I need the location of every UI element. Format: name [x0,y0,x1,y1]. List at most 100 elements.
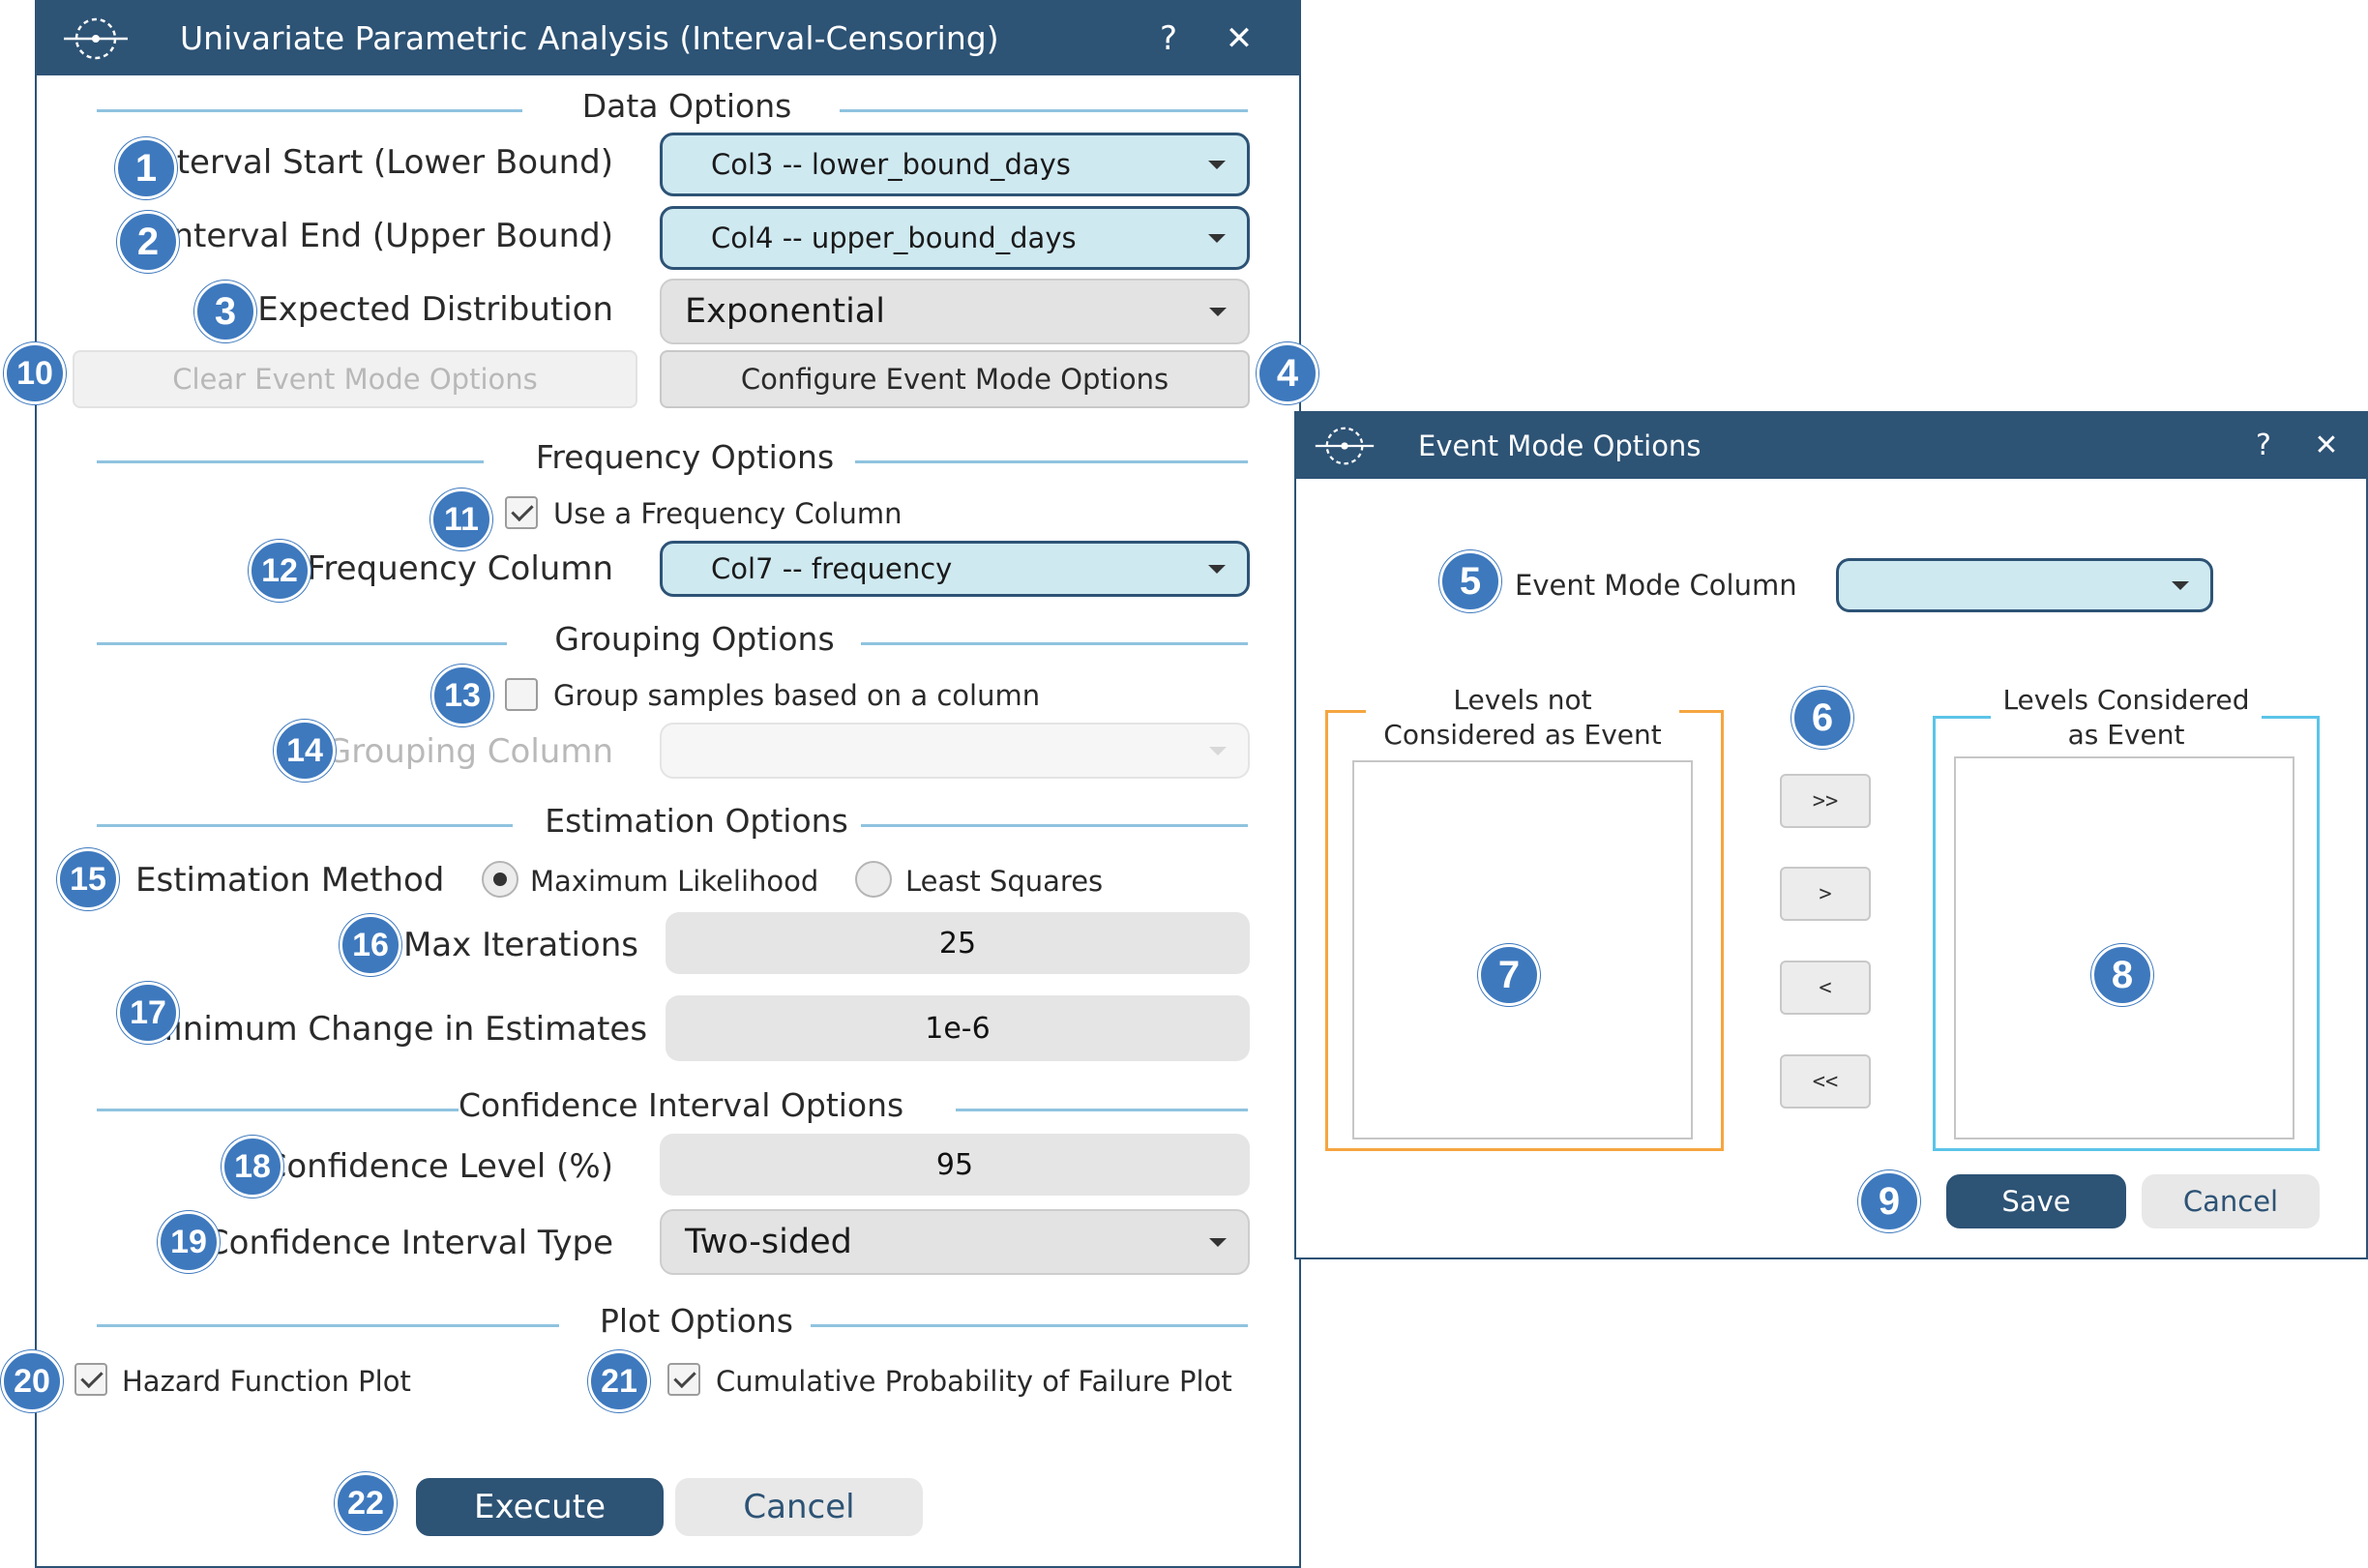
confidence-level-input[interactable]: 95 [660,1134,1250,1196]
interval-start-value: Col3 -- lower_bound_days [711,148,1071,181]
main-window-title: Univariate Parametric Analysis (Interval… [180,19,999,57]
levels-event-title-line1: Levels Considered [2002,684,2250,716]
callout-badge-19: 19 [158,1211,220,1273]
chevron-down-icon [1209,308,1227,316]
grouping-column-dropdown[interactable] [660,723,1250,779]
cumulative-plot-checkbox[interactable] [667,1363,700,1396]
max-iterations-input[interactable]: 25 [666,912,1250,974]
save-button[interactable]: Save [1946,1174,2126,1228]
section-title-estimation-options: Estimation Options [545,802,848,840]
levels-not-event-title-line1: Levels not [1453,684,1592,716]
chevron-down-icon [1209,1238,1227,1247]
hazard-plot-checkbox[interactable] [74,1363,107,1396]
section-title-data-options: Data Options [581,87,792,125]
max-likelihood-radio[interactable] [482,861,518,898]
event-cancel-button[interactable]: Cancel [2142,1174,2320,1228]
main-titlebar: Univariate Parametric Analysis (Interval… [37,2,1299,75]
section-divider [811,1324,1248,1327]
help-icon[interactable]: ? [2244,413,2283,479]
least-squares-label: Least Squares [905,865,1104,898]
callout-badge-1: 1 [115,137,177,199]
execute-button[interactable]: Execute [416,1478,664,1536]
chevron-down-icon [1208,234,1226,243]
interval-start-dropdown[interactable]: Col3 -- lower_bound_days [660,133,1250,196]
min-change-input[interactable]: 1e-6 [666,995,1250,1061]
configure-event-mode-button[interactable]: Configure Event Mode Options [660,350,1250,408]
cumulative-plot-label: Cumulative Probability of Failure Plot [716,1365,1232,1398]
callout-badge-13: 13 [431,665,493,726]
event-mode-title: Event Mode Options [1418,429,1702,462]
section-divider [97,460,484,463]
section-divider [840,109,1248,112]
section-divider [97,824,513,827]
section-title-ci-options: Confidence Interval Options [459,1086,904,1124]
section-title-grouping-options: Grouping Options [554,620,835,658]
use-frequency-checkbox[interactable] [505,496,538,529]
interval-start-label: Interval Start (Lower Bound) [146,143,613,182]
callout-badge-18: 18 [222,1136,283,1198]
section-divider [97,642,507,645]
levels-not-event-title-line2: Considered as Event [1383,719,1662,751]
section-divider [97,1109,459,1111]
estimation-method-label: Estimation Method [135,861,445,900]
callout-badge-15: 15 [57,848,119,910]
move-all-left-button[interactable]: << [1780,1054,1871,1109]
cancel-button[interactable]: Cancel [675,1478,923,1536]
min-change-label: Minimum Change in Estimates [145,1010,648,1049]
chevron-down-icon [1208,565,1226,574]
callout-badge-10: 10 [4,342,66,404]
levels-not-event-title: Levels not Considered as Event [1366,683,1679,753]
callout-badge-8: 8 [2091,944,2153,1006]
callout-badge-2: 2 [117,211,179,273]
move-all-right-button[interactable]: >> [1780,774,1871,828]
app-logo-icon [64,17,128,60]
event-mode-column-label: Event Mode Column [1515,569,1797,602]
callout-badge-17: 17 [117,982,179,1044]
least-squares-radio[interactable] [855,861,892,898]
event-mode-column-dropdown[interactable] [1836,558,2213,612]
callout-badge-20: 20 [1,1350,63,1412]
callout-badge-14: 14 [274,720,336,782]
close-icon[interactable]: ✕ [2302,413,2351,479]
callout-badge-9: 9 [1858,1170,1920,1232]
interval-end-dropdown[interactable]: Col4 -- upper_bound_days [660,206,1250,270]
chevron-down-icon [1209,747,1227,755]
hazard-plot-label: Hazard Function Plot [122,1365,411,1398]
section-divider [97,1324,559,1327]
ci-type-dropdown[interactable]: Two-sided [660,1209,1250,1275]
interval-end-label: Interval End (Upper Bound) [163,217,613,255]
section-divider [861,824,1248,827]
section-divider [956,1109,1248,1111]
close-icon[interactable]: ✕ [1215,2,1263,75]
ci-type-value: Two-sided [685,1223,852,1261]
event-mode-titlebar: Event Mode Options ? ✕ [1296,413,2366,479]
section-divider [861,642,1248,645]
frequency-column-value: Col7 -- frequency [711,552,953,585]
move-left-button[interactable]: < [1780,961,1871,1015]
callout-badge-6: 6 [1791,687,1853,749]
callout-badge-7: 7 [1478,944,1540,1006]
interval-end-value: Col4 -- upper_bound_days [711,222,1077,254]
distribution-dropdown[interactable]: Exponential [660,279,1250,344]
callout-badge-3: 3 [194,281,256,342]
frequency-column-dropdown[interactable]: Col7 -- frequency [660,541,1250,597]
frequency-column-label: Frequency Column [307,549,613,588]
callout-badge-4: 4 [1257,342,1318,404]
callout-badge-22: 22 [335,1472,397,1534]
move-right-button[interactable]: > [1780,867,1871,921]
grouping-column-label: Grouping Column [325,732,613,771]
callout-badge-21: 21 [588,1350,650,1412]
clear-event-mode-button[interactable]: Clear Event Mode Options [73,350,637,408]
callout-badge-16: 16 [340,914,401,976]
section-divider [855,460,1248,463]
help-icon[interactable]: ? [1149,2,1188,75]
levels-event-title: Levels Considered as Event [1991,683,2262,753]
callout-badge-5: 5 [1439,550,1501,612]
section-title-frequency-options: Frequency Options [535,438,835,476]
callout-badge-12: 12 [249,540,311,602]
section-title-plot-options: Plot Options [599,1302,793,1340]
chevron-down-icon [1208,161,1226,169]
group-samples-checkbox[interactable] [505,678,538,711]
distribution-value: Exponential [685,292,885,331]
group-samples-label: Group samples based on a column [553,679,1041,712]
